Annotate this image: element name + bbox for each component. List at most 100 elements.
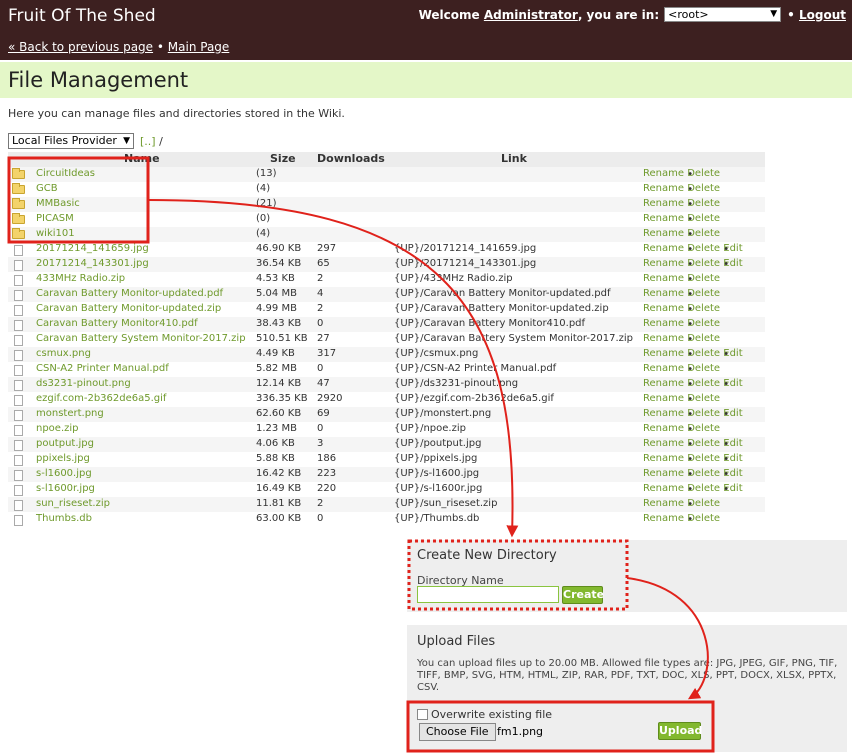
item-downloads: 297 [317, 243, 337, 254]
item-name-link[interactable]: Caravan Battery Monitor410.pdf [36, 318, 198, 329]
item-actions: Rename • Delete [643, 198, 720, 210]
rename-link[interactable]: Rename [643, 348, 684, 359]
table-row: npoe.zip 1.23 MB 0 {UP}/npoe.zip Rename • De… [8, 422, 765, 437]
item-name-link[interactable]: 20171214_143301.jpg [36, 258, 149, 269]
rename-link[interactable]: Rename [643, 408, 684, 419]
rename-link[interactable]: Rename [643, 468, 684, 479]
upload-button[interactable]: Upload [658, 722, 702, 740]
item-size: 510.51 KB [256, 333, 308, 344]
item-size: (4) [256, 183, 271, 194]
item-name-link[interactable]: CircuitIdeas [36, 168, 95, 179]
item-downloads: 2 [317, 303, 324, 314]
username-link[interactable]: Administrator [484, 8, 578, 22]
overwrite-checkbox[interactable] [417, 709, 428, 720]
rename-link[interactable]: Rename [643, 333, 684, 344]
upload-description: You can upload files up to 20.00 MB. All… [417, 658, 838, 693]
action-separator: • [687, 439, 694, 450]
item-name-link[interactable]: CSN-A2 Printer Manual.pdf [36, 363, 169, 374]
item-name-link[interactable]: csmux.png [36, 348, 91, 359]
rename-link[interactable]: Rename [643, 363, 684, 374]
site-title[interactable]: Fruit Of The Shed [8, 6, 156, 26]
item-size: 5.88 KB [256, 453, 295, 464]
main-page-link[interactable]: Main Page [168, 40, 230, 54]
item-name-link[interactable]: Caravan Battery Monitor-updated.zip [36, 303, 221, 314]
table-row: monstert.png 62.60 KB 69 {UP}/monstert.png R… [8, 407, 765, 422]
header-size[interactable]: Size [270, 152, 296, 165]
item-actions: Rename • Delete • Edit [643, 468, 743, 480]
item-actions: Rename • Delete [643, 213, 720, 225]
choose-file-button[interactable]: Choose File [419, 723, 496, 741]
item-size: 4.49 KB [256, 348, 295, 359]
action-separator: • [687, 289, 694, 300]
item-size: 5.82 MB [256, 363, 297, 374]
rename-link[interactable]: Rename [643, 438, 684, 449]
directory-name-input[interactable] [417, 586, 559, 603]
logout-link[interactable]: Logout [799, 8, 846, 22]
header-name[interactable]: Name [124, 152, 160, 165]
item-name-link[interactable]: GCB [36, 183, 58, 194]
item-link: {UP}/s-l1600r.jpg [394, 483, 483, 494]
item-size: 38.43 KB [256, 318, 302, 329]
item-actions: Rename • Delete [643, 333, 720, 345]
create-button[interactable]: Create [562, 586, 604, 604]
item-name-link[interactable]: Caravan Battery System Monitor-2017.zip [36, 333, 246, 344]
item-link: {UP}/Caravan Battery Monitor-updated.pdf [394, 288, 611, 299]
file-table: Name Size Downloads Link CircuitIdeas (13… [8, 152, 765, 527]
rename-link[interactable]: Rename [643, 243, 684, 254]
rename-link[interactable]: Rename [643, 513, 684, 524]
item-downloads: 27 [317, 333, 330, 344]
header-downloads[interactable]: Downloads [317, 152, 385, 165]
rename-link[interactable]: Rename [643, 183, 684, 194]
rename-link[interactable]: Rename [643, 168, 684, 179]
rename-link[interactable]: Rename [643, 453, 684, 464]
item-name-link[interactable]: monstert.png [36, 408, 104, 419]
item-name-link[interactable]: poutput.jpg [36, 438, 94, 449]
item-downloads: 0 [317, 318, 324, 329]
item-name-link[interactable]: PICASM [36, 213, 74, 224]
item-actions: Rename • Delete [643, 273, 720, 285]
item-downloads: 65 [317, 258, 330, 269]
item-name-link[interactable]: s-l1600.jpg [36, 468, 92, 479]
item-downloads: 220 [317, 483, 337, 494]
rename-link[interactable]: Rename [643, 393, 684, 404]
item-name-link[interactable]: Thumbs.db [36, 513, 92, 524]
rename-link[interactable]: Rename [643, 198, 684, 209]
item-name-link[interactable]: s-l1600r.jpg [36, 483, 95, 494]
item-name-link[interactable]: ppixels.jpg [36, 453, 90, 464]
item-size: (13) [256, 168, 277, 179]
back-link[interactable]: « Back to previous page [8, 40, 153, 54]
rename-link[interactable]: Rename [643, 228, 684, 239]
item-name-link[interactable]: ds3231-pinout.png [36, 378, 131, 389]
item-link: {UP}/433MHz Radio.zip [394, 273, 513, 284]
rename-link[interactable]: Rename [643, 498, 684, 509]
action-separator: • [723, 439, 730, 450]
rename-link[interactable]: Rename [643, 483, 684, 494]
rename-link[interactable]: Rename [643, 273, 684, 284]
item-name-link[interactable]: sun_riseset.zip [36, 498, 110, 509]
rename-link[interactable]: Rename [643, 378, 684, 389]
item-name-link[interactable]: 433MHz Radio.zip [36, 273, 125, 284]
item-name-link[interactable]: wiki101 [36, 228, 75, 239]
table-row: Caravan Battery Monitor-updated.pdf 5.04 … [8, 287, 765, 302]
rename-link[interactable]: Rename [643, 288, 684, 299]
upload-title: Upload Files [417, 634, 496, 649]
path-up-link[interactable]: [..] [140, 135, 156, 148]
table-row: sun_riseset.zip 11.81 KB 2 {UP}/sun_riseset… [8, 497, 765, 512]
namespace-select[interactable]: <root> ▼ [664, 7, 782, 22]
rename-link[interactable]: Rename [643, 303, 684, 314]
table-row: s-l1600r.jpg 16.49 KB 220 {UP}/s-l1600r.jpg… [8, 482, 765, 497]
action-separator: • [687, 319, 694, 330]
item-name-link[interactable]: Caravan Battery Monitor-updated.pdf [36, 288, 223, 299]
item-actions: Rename • Delete [643, 168, 720, 180]
item-size: 4.06 KB [256, 438, 295, 449]
item-name-link[interactable]: ezgif.com-2b362de6a5.gif [36, 393, 166, 404]
rename-link[interactable]: Rename [643, 318, 684, 329]
item-name-link[interactable]: 20171214_141659.jpg [36, 243, 149, 254]
item-name-link[interactable]: MMBasic [36, 198, 80, 209]
rename-link[interactable]: Rename [643, 213, 684, 224]
overwrite-row: Overwrite existing file [417, 708, 552, 721]
rename-link[interactable]: Rename [643, 258, 684, 269]
rename-link[interactable]: Rename [643, 423, 684, 434]
provider-select[interactable]: Local Files Provider ▼ [8, 133, 134, 149]
item-name-link[interactable]: npoe.zip [36, 423, 79, 434]
